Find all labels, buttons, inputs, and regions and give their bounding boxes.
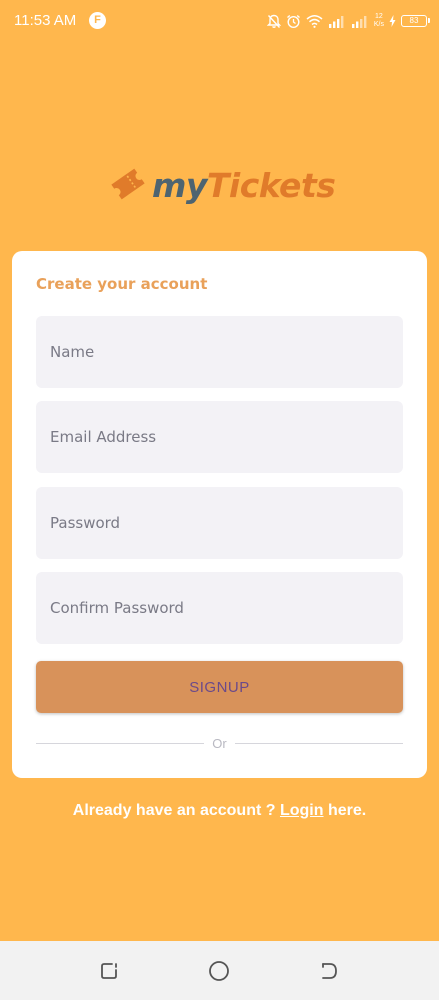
password-input[interactable] <box>36 487 403 559</box>
login-prompt-prefix: Already have an account ? <box>72 802 280 819</box>
network-speed-value: 12 <box>375 13 383 20</box>
network-speed-unit: K/s <box>373 21 384 28</box>
confirm-password-input[interactable] <box>36 572 403 644</box>
divider-text: Or <box>212 735 227 751</box>
login-prompt-suffix: here. <box>323 802 367 819</box>
back-icon[interactable] <box>317 959 341 983</box>
name-input[interactable] <box>36 316 403 388</box>
notification-app-icon: F <box>89 12 106 29</box>
email-input[interactable] <box>36 401 403 473</box>
status-time: 11:53 AM <box>14 12 77 29</box>
muted-bell-icon <box>266 14 281 29</box>
wifi-icon <box>306 14 323 28</box>
signal-icon <box>328 15 346 28</box>
status-bar: 11:53 AM F 12 K/s 83 <box>0 0 439 44</box>
divider-line-left <box>36 742 205 744</box>
logo-text-my: my <box>152 166 207 205</box>
login-prompt: Already have an account ? Login here. <box>0 802 439 820</box>
network-speed: 12 K/s <box>374 13 384 29</box>
recent-apps-icon[interactable] <box>97 959 121 983</box>
system-nav-bar <box>0 941 439 1000</box>
signal-icon-secondary <box>351 15 369 28</box>
form-title: Create your account <box>36 275 208 293</box>
or-divider: Or <box>36 735 404 751</box>
home-icon[interactable] <box>207 959 231 983</box>
signup-card: Create your account SIGNUP Or <box>12 251 427 778</box>
battery-icon: 83 <box>401 15 430 27</box>
alarm-icon <box>286 14 301 29</box>
status-icons: 12 K/s 83 <box>266 12 430 30</box>
charging-icon <box>389 15 396 27</box>
logo-text-tickets: Tickets <box>206 166 336 205</box>
signup-button[interactable]: SIGNUP <box>36 661 403 713</box>
login-link[interactable]: Login <box>280 802 324 819</box>
app-logo-text: myTickets <box>152 164 336 208</box>
ticket-icon <box>108 164 148 208</box>
divider-line-right <box>234 742 404 744</box>
app-logo: myTickets <box>108 164 336 208</box>
